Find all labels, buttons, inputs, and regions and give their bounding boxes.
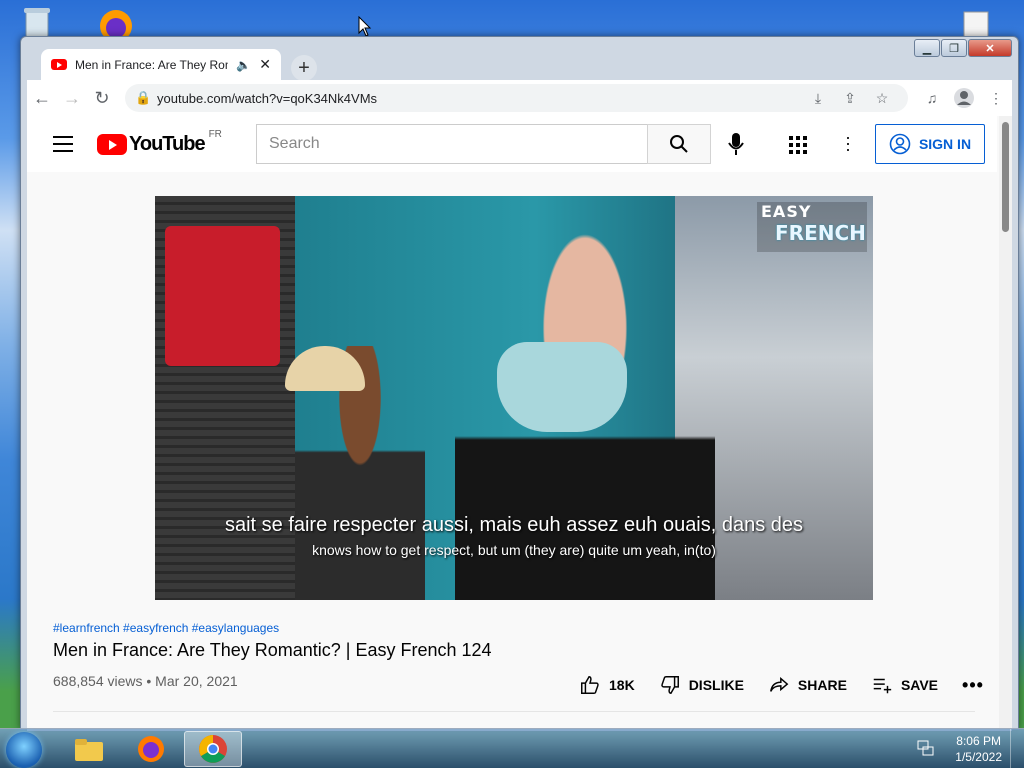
close-tab-icon[interactable]: ✕ [259, 56, 271, 73]
lock-icon[interactable]: 🔒 [135, 90, 151, 106]
action-bar: 18K DISLIKE SHARE SAVE ••• [579, 674, 984, 696]
apps-grid-icon[interactable] [789, 136, 807, 154]
restore-button[interactable]: ❐ [941, 39, 967, 57]
start-button[interactable] [6, 732, 42, 768]
yt-header: YouTube FR Search · · · SIGN IN [27, 116, 997, 172]
share-label: SHARE [797, 677, 847, 693]
media-control-icon[interactable]: ♫ [916, 90, 948, 106]
reload-button[interactable]: ↻ [87, 83, 117, 113]
youtube-logo[interactable]: YouTube FR [97, 129, 222, 156]
bookmark-star-icon[interactable]: ☆ [866, 90, 898, 107]
chrome-window: ▁ ❐ ✕ Men in France: Are They Romantic? … [20, 36, 1019, 731]
share-arrow-icon [769, 676, 789, 692]
like-button[interactable]: 18K [579, 674, 635, 696]
new-tab-button[interactable]: + [291, 55, 317, 81]
url-text[interactable]: youtube.com/watch?v=qoK34Nk4VMs [157, 91, 802, 106]
browser-toolbar: ← → ↻ 🔒 youtube.com/watch?v=qoK34Nk4VMs … [27, 80, 1012, 116]
speaker-icon[interactable]: 🔈 [236, 58, 251, 72]
clock-time: 8:06 PM [956, 734, 1001, 748]
taskbar-firefox[interactable] [122, 731, 180, 767]
view-count-date: 688,854 views • Mar 20, 2021 [53, 673, 238, 689]
install-icon[interactable]: ⤓ [802, 90, 834, 107]
address-bar[interactable]: 🔒 youtube.com/watch?v=qoK34Nk4VMs ⤓ ⇪ ☆ [125, 84, 908, 112]
easy-french-watermark: EASY FRENCH [757, 202, 867, 252]
firefox-icon [138, 736, 164, 762]
subtitle-english: knows how to get respect, but um (they a… [312, 542, 716, 558]
back-button[interactable]: ← [27, 83, 57, 113]
video-player[interactable]: EASY FRENCH sait se faire respecter auss… [155, 196, 873, 600]
folder-icon [75, 739, 103, 761]
tab-title: Men in France: Are They Romantic? | Easy… [75, 57, 228, 72]
region-code: FR [208, 129, 222, 140]
search-input[interactable]: Search [256, 124, 648, 164]
playlist-add-icon [873, 678, 892, 694]
taskbar-file-explorer[interactable] [60, 731, 118, 767]
window-controls: ▁ ❐ ✕ [914, 39, 1012, 57]
close-window-button[interactable]: ✕ [968, 39, 1012, 57]
share-button[interactable]: SHARE [768, 674, 847, 696]
subtitle-french: sait se faire respecter aussi, mais euh … [224, 514, 804, 536]
show-desktop-button[interactable] [1010, 729, 1024, 768]
dislike-button[interactable]: DISLIKE [659, 674, 744, 696]
more-actions-icon[interactable]: ••• [962, 675, 984, 696]
dislike-label: DISLIKE [688, 677, 744, 693]
taskbar: 8:06 PM 1/5/2022 [0, 728, 1024, 768]
page-scrollbar[interactable] [999, 116, 1012, 731]
forward-button[interactable]: → [57, 83, 87, 113]
profile-icon[interactable] [948, 87, 980, 109]
microphone-icon[interactable] [727, 132, 745, 161]
chrome-menu-icon[interactable]: ⋮ [980, 90, 1012, 107]
tab-strip: Men in France: Are They Romantic? | Easy… [27, 45, 927, 81]
search-icon [670, 135, 688, 153]
youtube-play-icon [97, 134, 127, 155]
account-icon [889, 133, 911, 155]
thumbs-up-icon [581, 676, 599, 694]
share-icon[interactable]: ⇪ [834, 90, 866, 107]
save-button[interactable]: SAVE [871, 674, 938, 696]
youtube-favicon-icon [51, 59, 67, 70]
like-count: 18K [609, 677, 635, 693]
youtube-page: YouTube FR Search · · · SIGN IN EASY FRE… [27, 116, 1012, 731]
sign-in-label: SIGN IN [918, 136, 972, 152]
tab-youtube[interactable]: Men in France: Are They Romantic? | Easy… [41, 49, 281, 80]
divider [53, 711, 975, 712]
sign-in-button[interactable]: SIGN IN [875, 124, 985, 164]
system-clock[interactable]: 8:06 PM 1/5/2022 [955, 733, 1002, 765]
network-tray-icon[interactable] [916, 739, 934, 762]
thumbs-down-icon [660, 676, 679, 694]
chrome-icon [199, 735, 227, 763]
search-button[interactable] [647, 124, 711, 164]
scrollbar-thumb[interactable] [1002, 122, 1009, 232]
logo-text: YouTube [129, 133, 206, 155]
video-title: Men in France: Are They Romantic? | Easy… [53, 640, 492, 660]
hashtags[interactable]: #learnfrench #easyfrench #easylanguages [53, 621, 279, 635]
taskbar-chrome[interactable] [184, 731, 242, 767]
save-label: SAVE [900, 677, 939, 693]
settings-more-icon[interactable]: · · · [845, 128, 851, 158]
clock-date: 1/5/2022 [955, 750, 1002, 764]
hamburger-menu-icon[interactable] [53, 136, 73, 157]
